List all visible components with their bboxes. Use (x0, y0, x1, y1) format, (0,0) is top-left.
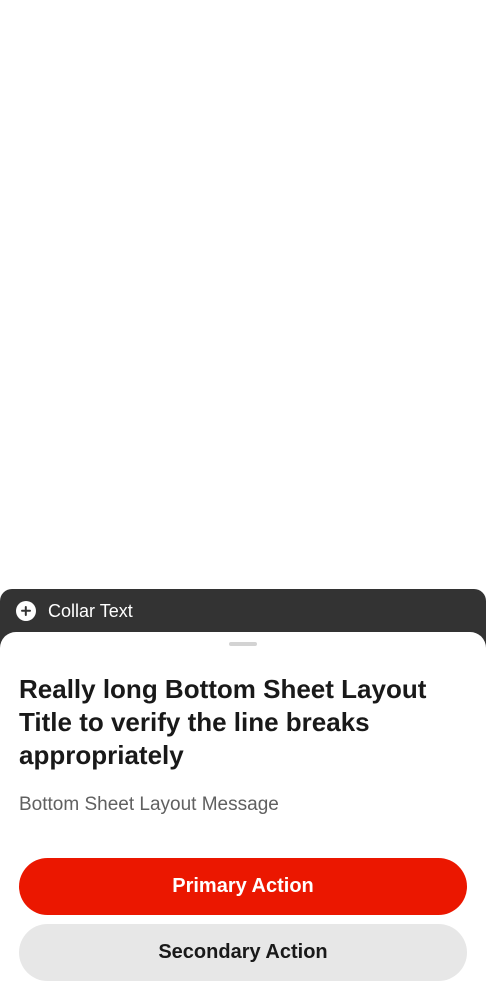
sheet-title: Really long Bottom Sheet Layout Title to… (19, 674, 427, 770)
primary-action-button[interactable]: Primary Action (19, 858, 467, 915)
drag-handle[interactable] (229, 642, 257, 646)
bottom-sheet: Really long Bottom Sheet Layout Title to… (0, 632, 486, 1000)
screen: Collar Text Really long Bottom Sheet Lay… (0, 0, 486, 1000)
collar-text: Collar Text (48, 601, 133, 621)
plus-circle-icon (16, 601, 36, 621)
secondary-action-button[interactable]: Secondary Action (19, 924, 467, 981)
sheet-message: Bottom Sheet Layout Message (19, 794, 279, 815)
bottom-sheet-container: Collar Text Really long Bottom Sheet Lay… (0, 589, 486, 1000)
